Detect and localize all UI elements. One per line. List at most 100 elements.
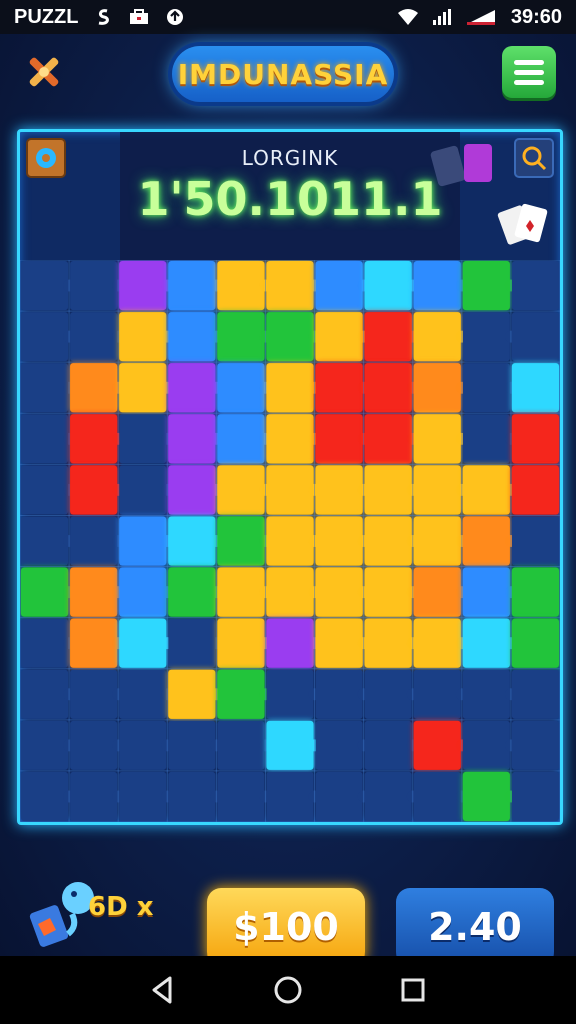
puzzle-tile[interactable] — [168, 771, 216, 821]
puzzle-tile[interactable] — [70, 771, 118, 821]
puzzle-grid[interactable] — [20, 260, 560, 822]
puzzle-tile[interactable] — [462, 618, 510, 668]
puzzle-tile[interactable] — [168, 312, 216, 362]
puzzle-tile[interactable] — [119, 618, 167, 668]
crossed-tools-icon[interactable] — [22, 50, 66, 94]
puzzle-tile[interactable] — [413, 465, 461, 515]
puzzle-tile[interactable] — [21, 363, 69, 413]
puzzle-tile[interactable] — [21, 516, 69, 566]
puzzle-tile[interactable] — [266, 516, 314, 566]
puzzle-tile[interactable] — [462, 312, 510, 362]
value-button[interactable]: 2.40 — [396, 888, 554, 966]
puzzle-tile[interactable] — [217, 312, 265, 362]
puzzle-tile[interactable] — [21, 771, 69, 821]
puzzle-tile[interactable] — [315, 363, 363, 413]
puzzle-tile[interactable] — [364, 261, 412, 311]
puzzle-tile[interactable] — [413, 618, 461, 668]
puzzle-tile[interactable] — [168, 261, 216, 311]
puzzle-tile[interactable] — [70, 261, 118, 311]
puzzle-tile[interactable] — [315, 618, 363, 668]
puzzle-tile[interactable] — [413, 414, 461, 464]
puzzle-tile[interactable] — [462, 669, 510, 719]
back-icon[interactable] — [146, 973, 180, 1007]
puzzle-tile[interactable] — [266, 771, 314, 821]
puzzle-tile[interactable] — [119, 465, 167, 515]
puzzle-tile[interactable] — [266, 669, 314, 719]
puzzle-tile[interactable] — [364, 414, 412, 464]
puzzle-tile[interactable] — [511, 567, 559, 617]
puzzle-tile[interactable] — [511, 618, 559, 668]
puzzle-tile[interactable] — [21, 261, 69, 311]
home-icon[interactable] — [271, 973, 305, 1007]
puzzle-tile[interactable] — [70, 465, 118, 515]
puzzle-tile[interactable] — [21, 669, 69, 719]
puzzle-tile[interactable] — [315, 465, 363, 515]
puzzle-tile[interactable] — [119, 516, 167, 566]
puzzle-tile[interactable] — [462, 567, 510, 617]
puzzle-tile[interactable] — [364, 618, 412, 668]
puzzle-tile[interactable] — [511, 465, 559, 515]
puzzle-tile[interactable] — [413, 567, 461, 617]
puzzle-tile[interactable] — [315, 720, 363, 770]
puzzle-tile[interactable] — [315, 414, 363, 464]
puzzle-tile[interactable] — [168, 414, 216, 464]
puzzle-tile[interactable] — [217, 414, 265, 464]
puzzle-tile[interactable] — [70, 516, 118, 566]
puzzle-tile[interactable] — [462, 414, 510, 464]
puzzle-tile[interactable] — [70, 363, 118, 413]
puzzle-tile[interactable] — [21, 465, 69, 515]
puzzle-tile[interactable] — [21, 567, 69, 617]
puzzle-tile[interactable] — [168, 465, 216, 515]
puzzle-tile[interactable] — [21, 720, 69, 770]
puzzle-grid-svg[interactable] — [20, 260, 560, 822]
puzzle-tile[interactable] — [168, 567, 216, 617]
puzzle-tile[interactable] — [70, 567, 118, 617]
puzzle-tile[interactable] — [168, 516, 216, 566]
puzzle-tile[interactable] — [266, 261, 314, 311]
puzzle-tile[interactable] — [462, 261, 510, 311]
puzzle-tile[interactable] — [21, 312, 69, 362]
puzzle-tile[interactable] — [119, 669, 167, 719]
puzzle-tile[interactable] — [364, 516, 412, 566]
puzzle-tile[interactable] — [364, 363, 412, 413]
puzzle-tile[interactable] — [364, 567, 412, 617]
puzzle-tile[interactable] — [315, 261, 363, 311]
puzzle-tile[interactable] — [413, 261, 461, 311]
puzzle-tile[interactable] — [70, 669, 118, 719]
puzzle-tile[interactable] — [217, 363, 265, 413]
puzzle-tile[interactable] — [70, 720, 118, 770]
puzzle-tile[interactable] — [217, 618, 265, 668]
puzzle-tile[interactable] — [217, 261, 265, 311]
puzzle-tile[interactable] — [119, 771, 167, 821]
recents-icon[interactable] — [396, 973, 430, 1007]
puzzle-tile[interactable] — [217, 669, 265, 719]
puzzle-tile[interactable] — [315, 771, 363, 821]
puzzle-tile[interactable] — [413, 720, 461, 770]
puzzle-tile[interactable] — [413, 669, 461, 719]
puzzle-tile[interactable] — [315, 567, 363, 617]
puzzle-tile[interactable] — [462, 363, 510, 413]
puzzle-tile[interactable] — [511, 771, 559, 821]
puzzle-tile[interactable] — [511, 720, 559, 770]
puzzle-tile[interactable] — [462, 720, 510, 770]
puzzle-tile[interactable] — [168, 363, 216, 413]
puzzle-tile[interactable] — [70, 312, 118, 362]
puzzle-tile[interactable] — [413, 771, 461, 821]
puzzle-tile[interactable] — [364, 771, 412, 821]
puzzle-tile[interactable] — [217, 516, 265, 566]
puzzle-tile[interactable] — [70, 414, 118, 464]
puzzle-tile[interactable] — [217, 465, 265, 515]
puzzle-tile[interactable] — [168, 720, 216, 770]
puzzle-tile[interactable] — [364, 669, 412, 719]
puzzle-tile[interactable] — [462, 771, 510, 821]
puzzle-tile[interactable] — [462, 465, 510, 515]
puzzle-tile[interactable] — [168, 669, 216, 719]
puzzle-tile[interactable] — [511, 312, 559, 362]
puzzle-tile[interactable] — [266, 363, 314, 413]
puzzle-tile[interactable] — [217, 720, 265, 770]
puzzle-tile[interactable] — [413, 516, 461, 566]
puzzle-tile[interactable] — [119, 261, 167, 311]
puzzle-tile[interactable] — [70, 618, 118, 668]
gear-badge-icon[interactable] — [26, 138, 66, 178]
puzzle-tile[interactable] — [511, 363, 559, 413]
